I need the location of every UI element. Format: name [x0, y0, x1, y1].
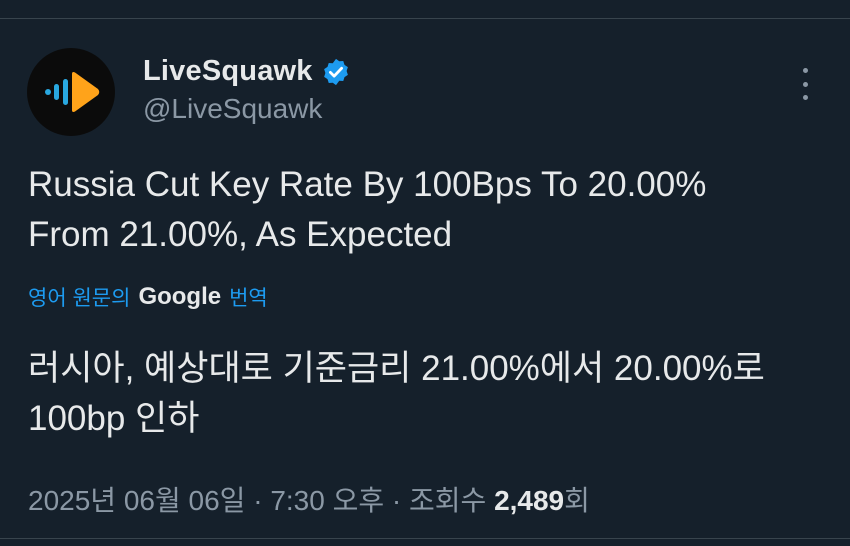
- top-divider: [0, 18, 850, 19]
- tweet-text-line: From 21.00%, As Expected: [28, 215, 453, 254]
- tweet-text: Russia Cut Key Rate By 100Bps To 20.00% …: [28, 160, 828, 260]
- tweet-date[interactable]: 2025년 06월 06일: [28, 479, 245, 519]
- author-display-name[interactable]: LiveSquawk: [143, 55, 313, 88]
- verified-badge-icon: [323, 58, 348, 85]
- meta-separator: ·: [253, 485, 263, 516]
- tweet-text-line: Russia Cut Key Rate By 100Bps To 20.00%: [28, 165, 707, 204]
- author-handle[interactable]: @LiveSquawk: [143, 93, 322, 125]
- more-options-icon[interactable]: [793, 68, 817, 100]
- google-logo-text: Google: [138, 283, 222, 310]
- views-label: 조회수: [409, 485, 487, 516]
- translate-prefix: 영어 원문의: [28, 287, 131, 310]
- translate-suffix: 번역: [229, 287, 268, 310]
- translated-text-line: 100bp 인하: [28, 399, 200, 438]
- avatar[interactable]: [27, 48, 115, 136]
- translate-attribution[interactable]: 영어 원문의 Google 번역: [28, 282, 268, 312]
- translated-text-line: 러시아, 예상대로 기준금리 21.00%에서 20.00%로: [28, 349, 765, 388]
- meta-separator: ·: [391, 485, 402, 516]
- author-name-row: LiveSquawk: [143, 55, 351, 88]
- translated-text: 러시아, 예상대로 기준금리 21.00%에서 20.00%로 100bp 인하: [28, 344, 828, 444]
- bottom-divider: [0, 538, 850, 539]
- views-suffix: 회: [564, 485, 590, 516]
- tweet-time[interactable]: 7:30 오후: [270, 479, 384, 519]
- views-count[interactable]: 2,489: [494, 485, 564, 517]
- tweet-meta: 2025년 06월 06일 · 7:30 오후 · 조회수 2,489 회: [28, 479, 590, 519]
- livesquawk-logo-icon: [45, 72, 100, 112]
